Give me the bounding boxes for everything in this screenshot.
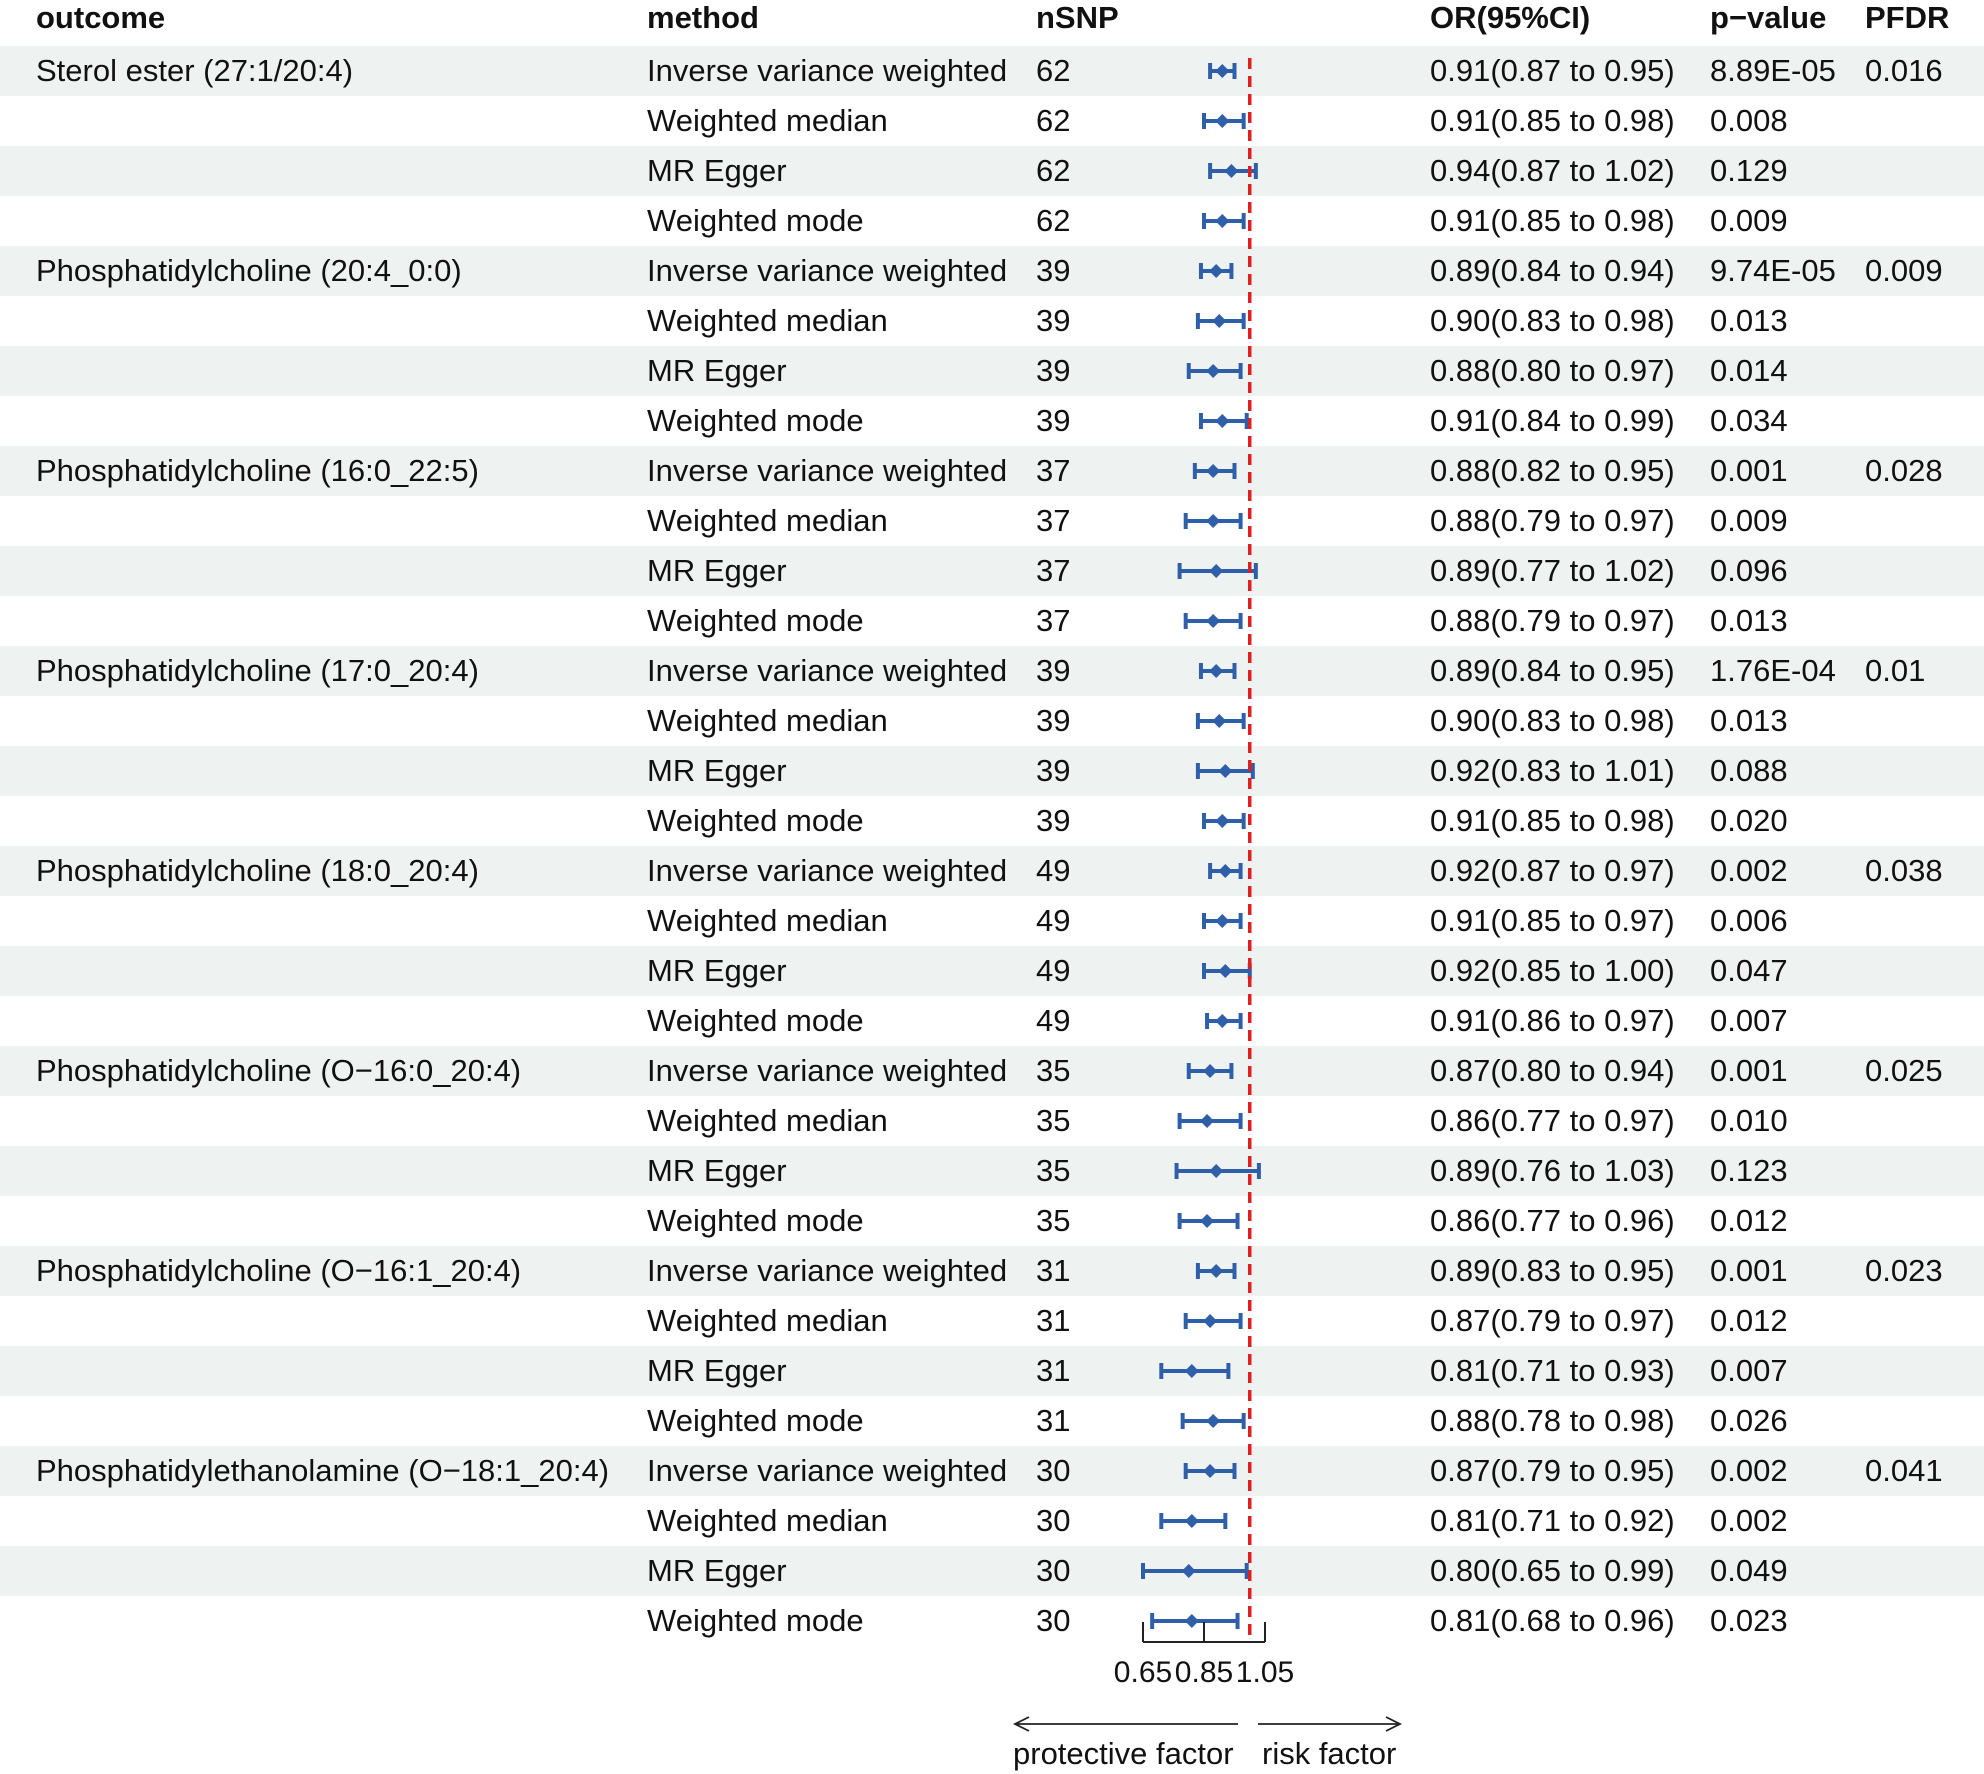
or-point: [1218, 764, 1233, 778]
or-point: [1209, 664, 1224, 678]
or-point: [1215, 414, 1230, 428]
or-point: [1200, 1114, 1215, 1128]
or-point: [1203, 1464, 1218, 1478]
or-point: [1215, 64, 1230, 78]
or-point: [1203, 1064, 1218, 1078]
or-point: [1206, 514, 1221, 528]
or-point: [1218, 864, 1233, 878]
forest-plot: 0.65 0.85 1.05: [1012, 58, 1403, 1732]
x-tick-label: 1.05: [1236, 1656, 1294, 1689]
or-point: [1215, 1014, 1230, 1028]
or-point: [1206, 1414, 1221, 1428]
or-point: [1209, 1164, 1224, 1178]
or-point: [1209, 264, 1224, 278]
or-point: [1184, 1614, 1199, 1628]
or-point: [1209, 564, 1224, 578]
or-point: [1209, 1264, 1224, 1278]
x-tick-label: 0.85: [1175, 1656, 1233, 1689]
x-tick-label: 0.65: [1114, 1656, 1172, 1689]
or-point: [1206, 614, 1221, 628]
or-point: [1184, 1364, 1199, 1378]
forest-plot-figure: outcome method nSNP OR(95%CI) p−value PF…: [0, 0, 1984, 1774]
or-point: [1206, 364, 1221, 378]
or-point: [1215, 814, 1230, 828]
protective-factor-label: protective factor: [1013, 1736, 1234, 1771]
risk-factor-label: risk factor: [1262, 1736, 1397, 1771]
or-point: [1184, 1514, 1199, 1528]
or-point: [1181, 1564, 1196, 1578]
or-point: [1212, 714, 1227, 728]
or-point: [1212, 314, 1227, 328]
or-point: [1206, 464, 1221, 478]
or-point: [1203, 1314, 1218, 1328]
or-point: [1215, 114, 1230, 128]
or-point: [1215, 214, 1230, 228]
or-point: [1224, 164, 1239, 178]
or-point: [1218, 964, 1233, 978]
or-point: [1215, 914, 1230, 928]
or-point: [1200, 1214, 1215, 1228]
